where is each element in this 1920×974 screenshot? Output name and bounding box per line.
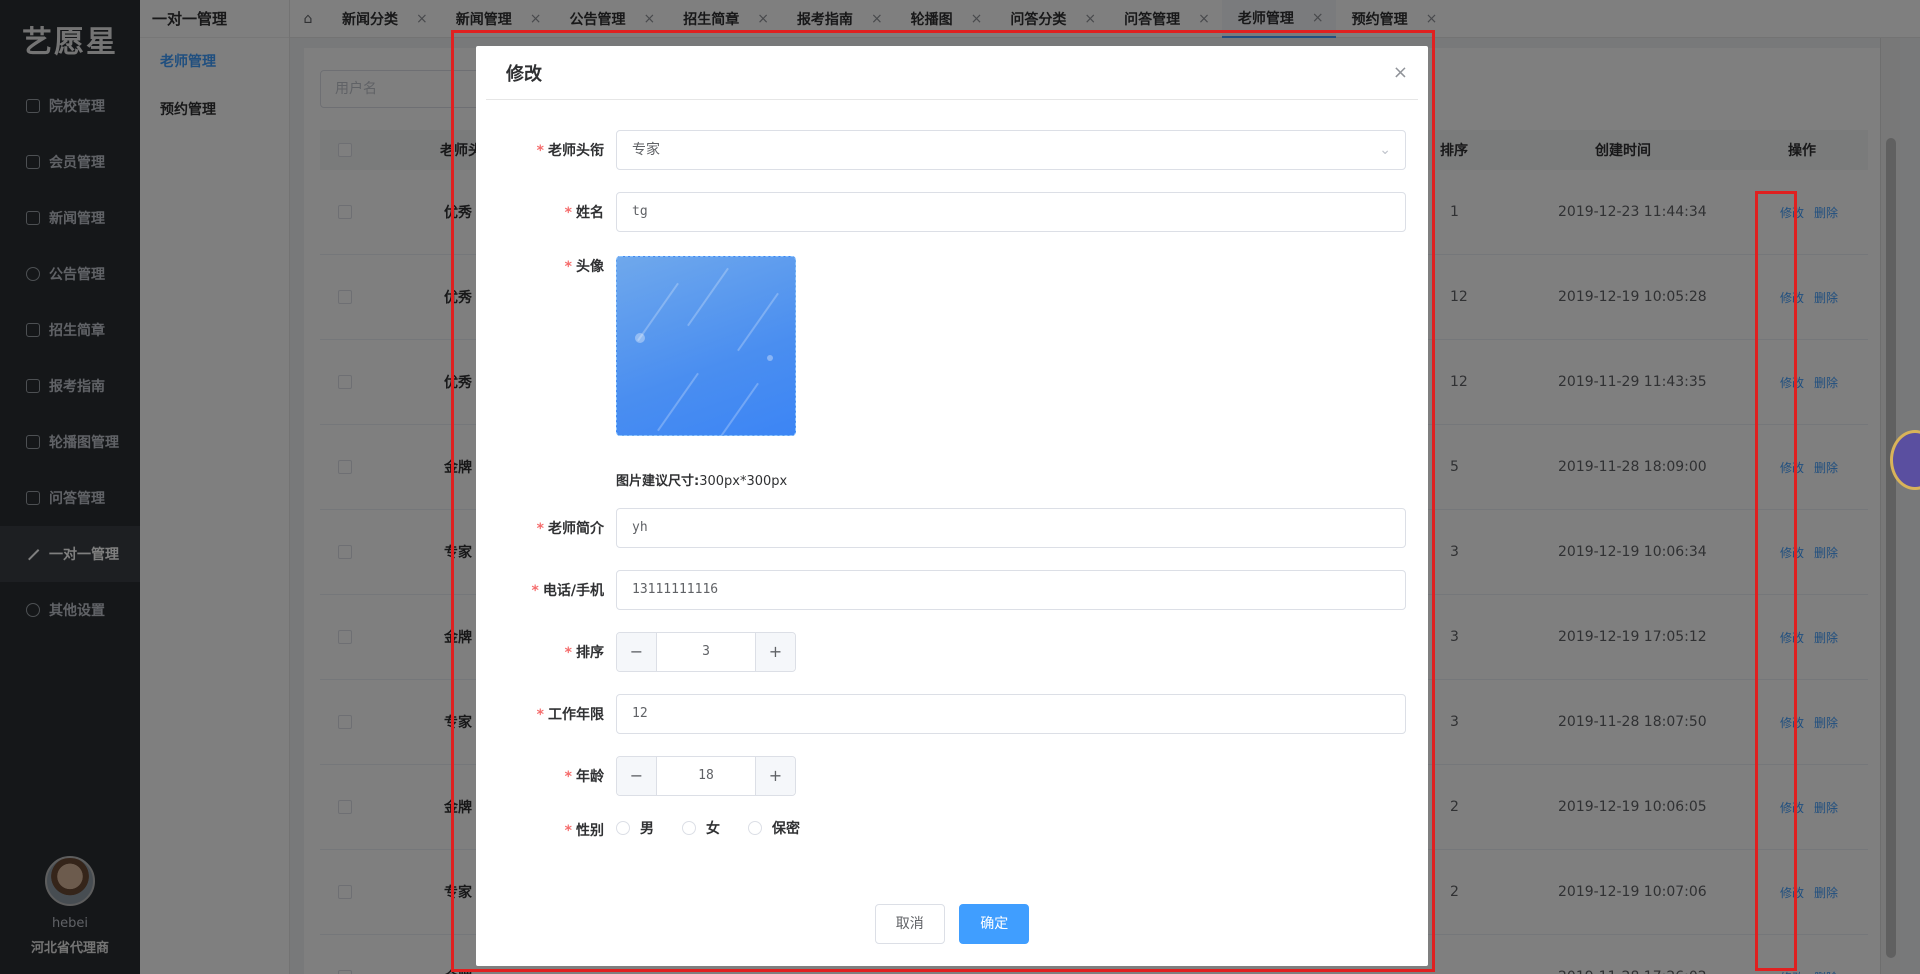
highlight-box-dialog (451, 30, 1435, 972)
highlight-box-edit-column (1755, 191, 1797, 971)
